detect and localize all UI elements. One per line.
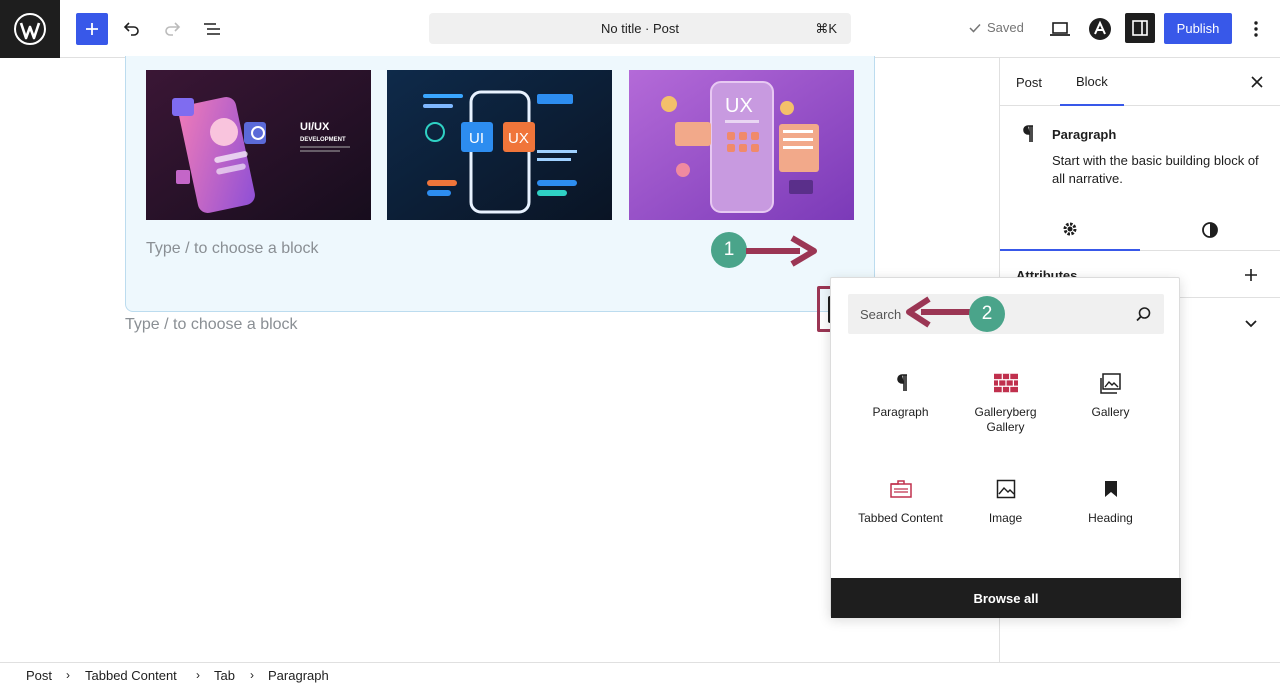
tab-styles[interactable] xyxy=(1140,208,1280,251)
gallery-icon xyxy=(1099,373,1121,394)
list-view-icon xyxy=(204,23,220,35)
thumb2-ui-label: UI xyxy=(469,130,484,147)
close-icon xyxy=(1251,76,1263,88)
thumb1-subtitle: DEVELOPMENT xyxy=(300,137,346,143)
wordpress-icon xyxy=(14,13,46,45)
thumb1-title: UI/UX xyxy=(300,121,330,133)
chevron-down-icon[interactable] xyxy=(1244,319,1258,329)
galleryberg-icon xyxy=(993,373,1018,393)
step-1-badge: 1 xyxy=(711,232,747,268)
redo-button[interactable] xyxy=(156,13,188,45)
bookmark-icon xyxy=(1104,481,1117,497)
preview-button[interactable] xyxy=(1044,13,1076,45)
step-2-badge: 2 xyxy=(969,296,1005,332)
thumb3-ux-label: UX xyxy=(725,95,753,117)
breadcrumb-item[interactable]: Tabbed Content xyxy=(85,668,177,683)
browse-all-button[interactable]: Browse all xyxy=(831,578,1181,618)
block-option-label: Paragraph xyxy=(872,405,929,419)
annotation-arrow-2 xyxy=(906,296,973,328)
wordpress-logo-button[interactable] xyxy=(0,0,60,58)
search-icon xyxy=(1136,307,1151,322)
plus-icon xyxy=(1245,269,1257,281)
settings-sidebar-toggle[interactable] xyxy=(1125,13,1155,43)
shortcut-hint: ⌘K xyxy=(815,21,837,36)
publish-button[interactable]: Publish xyxy=(1164,13,1232,44)
block-option-label: Gallery xyxy=(1091,405,1130,419)
gallery-image-2[interactable]: UI UX xyxy=(387,70,612,220)
saved-status: Saved xyxy=(968,20,1024,35)
breadcrumb-item[interactable]: Tab xyxy=(214,668,235,683)
tabbed-content-icon xyxy=(889,480,912,498)
block-option-image[interactable]: Image xyxy=(953,464,1058,564)
saved-label: Saved xyxy=(987,20,1024,35)
block-inserter-toggle[interactable] xyxy=(76,13,108,45)
options-menu-button[interactable] xyxy=(1240,13,1272,45)
chevron-right-icon: › xyxy=(250,668,254,682)
tab-paragraph-placeholder[interactable]: Type / to choose a block xyxy=(146,240,319,258)
block-option-label: Image xyxy=(988,511,1023,525)
paragraph-icon xyxy=(896,374,907,391)
block-option-paragraph[interactable]: Paragraph xyxy=(848,358,953,458)
search-box xyxy=(848,294,1164,334)
breadcrumb-item[interactable]: Post xyxy=(26,668,52,683)
image-icon xyxy=(996,479,1015,499)
block-inserter-popover: 2 Paragraph Galleryberg Gallery Gallery … xyxy=(830,277,1181,618)
block-settings-tabs xyxy=(1000,208,1280,251)
laptop-icon xyxy=(1050,22,1070,36)
gallery-image-1[interactable]: UI/UX DEVELOPMENT xyxy=(146,70,371,220)
sidebar-icon xyxy=(1132,20,1148,36)
block-option-label: Heading xyxy=(1088,511,1133,525)
gallery-image-3[interactable]: UX xyxy=(629,70,854,220)
chevron-right-icon: › xyxy=(196,668,200,682)
thumb2-ux-label: UX xyxy=(508,130,529,147)
chevron-right-icon: › xyxy=(66,668,70,682)
block-description: Start with the basic building block of a… xyxy=(1052,153,1259,186)
annotation-arrow-1 xyxy=(746,235,817,267)
block-option-galleryberg-gallery[interactable]: Galleryberg Gallery xyxy=(953,358,1058,458)
block-option-heading[interactable]: Heading xyxy=(1058,464,1163,564)
gear-icon xyxy=(1063,222,1077,235)
tab-post[interactable]: Post xyxy=(1016,58,1042,106)
ui-ux-phone-illustration: UI UX xyxy=(387,70,612,220)
editor-header: No title · Post ⌘K Saved Publish xyxy=(0,0,1280,58)
check-icon xyxy=(969,23,981,33)
tab-block[interactable]: Block xyxy=(1060,58,1124,106)
tab-settings[interactable] xyxy=(1000,208,1140,251)
undo-icon xyxy=(123,22,139,36)
close-sidebar-button[interactable] xyxy=(1250,75,1264,94)
redo-icon xyxy=(165,22,181,36)
breadcrumb: Post › Tabbed Content › Tab › Paragraph xyxy=(0,662,1280,686)
plus-icon xyxy=(86,23,98,35)
astra-logo-icon xyxy=(1089,18,1111,40)
block-option-tabbed-content[interactable]: Tabbed Content xyxy=(848,464,953,564)
command-palette-bar[interactable]: No title · Post ⌘K xyxy=(429,13,851,44)
undo-button[interactable] xyxy=(116,13,148,45)
astra-button[interactable] xyxy=(1084,13,1116,45)
document-title: No title · Post xyxy=(600,21,680,36)
tab-block[interactable]: UI/UX DEVELOPMENT UI UX UX Type / to cho… xyxy=(125,56,875,312)
document-overview-button[interactable] xyxy=(196,13,228,45)
contrast-icon xyxy=(1202,221,1218,238)
paragraph-icon xyxy=(1023,125,1033,142)
block-option-gallery[interactable]: Gallery xyxy=(1058,358,1163,458)
block-option-label: Tabbed Content xyxy=(858,511,943,525)
block-option-label: Galleryberg Gallery xyxy=(974,405,1037,434)
block-name: Paragraph xyxy=(1052,127,1117,142)
ux-phone-illustration: UX xyxy=(629,70,854,220)
paragraph-placeholder[interactable]: Type / to choose a block xyxy=(125,316,298,334)
sidebar-tabs: Post Block xyxy=(1000,58,1280,106)
uiux-development-illustration: UI/UX DEVELOPMENT xyxy=(146,70,371,220)
breadcrumb-item[interactable]: Paragraph xyxy=(268,668,329,683)
more-vertical-icon xyxy=(1254,21,1258,37)
